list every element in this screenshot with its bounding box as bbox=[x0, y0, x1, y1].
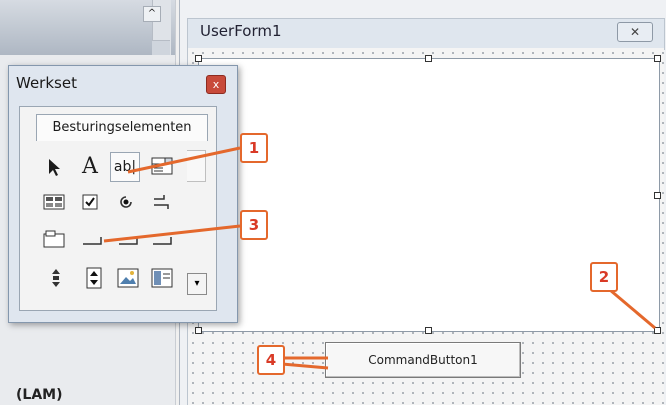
resize-handle[interactable] bbox=[654, 192, 661, 199]
select-objects-icon[interactable] bbox=[40, 153, 68, 181]
werkset-close-button[interactable]: x bbox=[206, 75, 226, 94]
image-icon[interactable] bbox=[114, 264, 142, 292]
callout-4: 4 bbox=[257, 345, 285, 375]
callout-3: 3 bbox=[240, 210, 268, 240]
combobox-icon[interactable] bbox=[148, 152, 176, 180]
resize-handle-corner[interactable] bbox=[654, 327, 661, 334]
tabstrip-icon[interactable] bbox=[114, 225, 142, 253]
command-button-icon[interactable] bbox=[78, 225, 106, 253]
scrollbar-icon[interactable] bbox=[42, 264, 70, 292]
scroll-up-button[interactable]: ^ bbox=[143, 6, 161, 22]
properties-label: (LAM) bbox=[16, 387, 63, 403]
multipage-icon[interactable] bbox=[148, 225, 176, 253]
refedit-icon[interactable] bbox=[148, 264, 176, 292]
frame-icon[interactable] bbox=[40, 225, 68, 253]
userform-close-button[interactable]: ✕ bbox=[617, 22, 653, 42]
checkbox-icon[interactable] bbox=[76, 188, 104, 216]
option-button-icon[interactable] bbox=[112, 188, 140, 216]
command-button-1[interactable]: CommandButton1 bbox=[325, 342, 521, 378]
toggle-button-icon[interactable] bbox=[148, 188, 176, 216]
listbox-icon[interactable] bbox=[40, 188, 68, 216]
werkset-scroll-down-button[interactable]: ▾ bbox=[187, 273, 207, 295]
werkset-scroll-track[interactable] bbox=[187, 150, 206, 182]
resize-handle[interactable] bbox=[425, 55, 432, 62]
resize-handle[interactable] bbox=[654, 55, 661, 62]
spinbutton-icon[interactable] bbox=[80, 264, 108, 292]
textbox-icon[interactable]: ab| bbox=[110, 152, 140, 182]
scroll-thumb[interactable] bbox=[152, 40, 170, 55]
resize-handle[interactable] bbox=[195, 327, 202, 334]
resize-handle[interactable] bbox=[195, 55, 202, 62]
tab-besturingselementen[interactable]: Besturingselementen bbox=[36, 114, 208, 141]
resize-handle[interactable] bbox=[425, 327, 432, 334]
callout-2: 2 bbox=[590, 262, 618, 292]
callout-1: 1 bbox=[240, 133, 268, 163]
werkset-title: Werkset bbox=[16, 74, 77, 92]
userform-title: UserForm1 bbox=[200, 22, 282, 40]
label-icon[interactable]: A bbox=[76, 152, 104, 180]
